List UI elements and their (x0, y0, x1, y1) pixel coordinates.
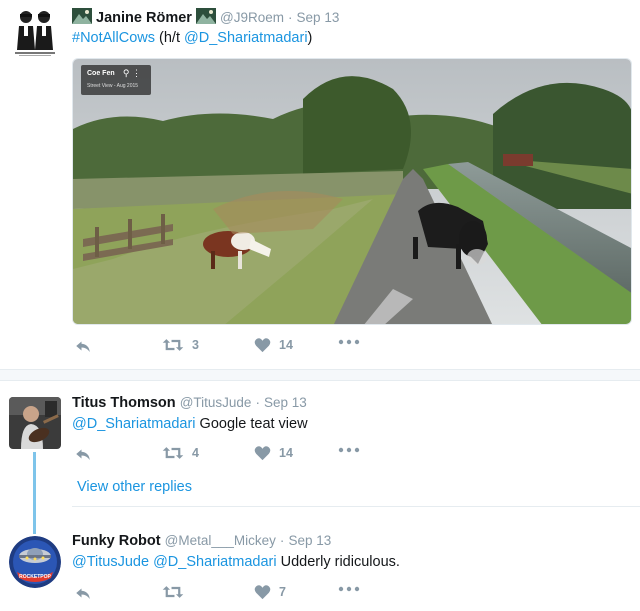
more-icon (338, 339, 360, 345)
reply-button[interactable] (74, 337, 92, 355)
like-button[interactable]: 7 (254, 584, 286, 600)
like-icon (254, 445, 271, 461)
tweet-actions: 4 14 (72, 445, 372, 467)
tweet-actions: 3 14 (72, 337, 372, 359)
tweet-funky-robot: ROCKETPOP Funky Robot @Metal___Mickey · … (0, 520, 640, 611)
reply-button[interactable] (74, 584, 92, 602)
timestamp[interactable]: Sep 13 (288, 533, 331, 548)
display-name[interactable]: Janine Römer (96, 10, 192, 26)
like-button[interactable]: 14 (254, 337, 293, 353)
reply-icon (74, 445, 92, 463)
retweet-button[interactable]: 3 (162, 337, 199, 353)
like-button[interactable]: 14 (254, 445, 293, 461)
retweet-count: 4 (192, 446, 199, 460)
retweet-icon (162, 584, 184, 600)
tweet-header: Funky Robot @Metal___Mickey · Sep 13 (72, 533, 331, 549)
avatar[interactable]: ROCKETPOP (9, 536, 61, 588)
retweet-count: 3 (192, 338, 199, 352)
more-button[interactable] (338, 339, 360, 345)
tweet-text: @D_Shariatmadari Google teat view (72, 416, 308, 432)
display-name[interactable]: Funky Robot (72, 533, 161, 549)
tweet-header: Janine Römer @J9Roem · Sep 13 (72, 8, 339, 28)
street-view-title: Coe Fen (87, 70, 115, 77)
hashtag-link[interactable]: #NotAllCows (72, 30, 155, 46)
more-button[interactable] (338, 586, 360, 592)
user-handle[interactable]: @J9Roem (220, 10, 284, 25)
reply-divider (72, 506, 640, 507)
timestamp[interactable]: Sep 13 (297, 10, 340, 25)
mountain-icon (72, 8, 92, 28)
tweet-header: Titus Thomson @TitusJude · Sep 13 (72, 395, 307, 411)
more-button[interactable] (338, 447, 360, 453)
mention-link[interactable]: @D_Shariatmadari (72, 416, 196, 432)
display-name[interactable]: Titus Thomson (72, 395, 176, 411)
tweet-text: #NotAllCows (h/t @D_Shariatmadari) (72, 30, 312, 46)
timestamp[interactable]: Sep 13 (264, 395, 307, 410)
street-view-badge: Coe Fen ⚲ ⋮ Street View - Aug 2015 (81, 65, 151, 95)
reply-button[interactable] (74, 445, 92, 463)
separator-dot: · (279, 533, 285, 548)
more-icon (338, 447, 360, 453)
retweet-icon (162, 337, 184, 353)
mountain-icon (195, 8, 216, 28)
retweet-button[interactable]: 4 (162, 445, 199, 461)
like-count: 7 (279, 585, 286, 599)
view-other-replies-link[interactable]: View other replies (77, 479, 192, 495)
separator-dot: · (288, 10, 293, 25)
separator-dot: · (255, 395, 260, 410)
text-fragment: Google teat view (195, 416, 308, 432)
tweet-janine: Janine Römer @J9Roem · Sep 13 #NotAllCow… (0, 0, 640, 369)
user-handle[interactable]: @Metal___Mickey (165, 533, 276, 548)
avatar[interactable] (9, 6, 61, 58)
mention-link[interactable]: @D_Shariatmadari (153, 554, 277, 570)
like-icon (254, 584, 271, 600)
tweet-photo[interactable]: Coe Fen ⚲ ⋮ Street View - Aug 2015 (72, 58, 632, 325)
text-fragment: (h/t (155, 30, 185, 46)
street-view-subtitle: Street View - Aug 2015 (87, 83, 139, 89)
retweet-button[interactable] (162, 584, 184, 600)
like-count: 14 (279, 338, 293, 352)
text-fragment: ) (307, 30, 313, 46)
like-icon (254, 337, 271, 353)
text-fragment: Udderly ridiculous. (276, 554, 400, 570)
mention-link[interactable]: @D_Shariatmadari (184, 30, 308, 46)
more-icon (338, 586, 360, 592)
tweet-actions: 7 (72, 584, 372, 606)
reply-icon (74, 337, 92, 355)
conversation-separator (0, 369, 640, 381)
avatar[interactable] (9, 397, 61, 449)
map-pin-icon: ⚲ ⋮ (122, 68, 141, 78)
svg-text:ROCKETPOP: ROCKETPOP (19, 574, 51, 580)
reply-icon (74, 584, 92, 602)
retweet-icon (162, 445, 184, 461)
mention-link[interactable]: @TitusJude (72, 554, 149, 570)
like-count: 14 (279, 446, 293, 460)
tweet-text: @TitusJude @D_Shariatmadari Udderly ridi… (72, 554, 400, 570)
user-handle[interactable]: @TitusJude (180, 395, 252, 410)
